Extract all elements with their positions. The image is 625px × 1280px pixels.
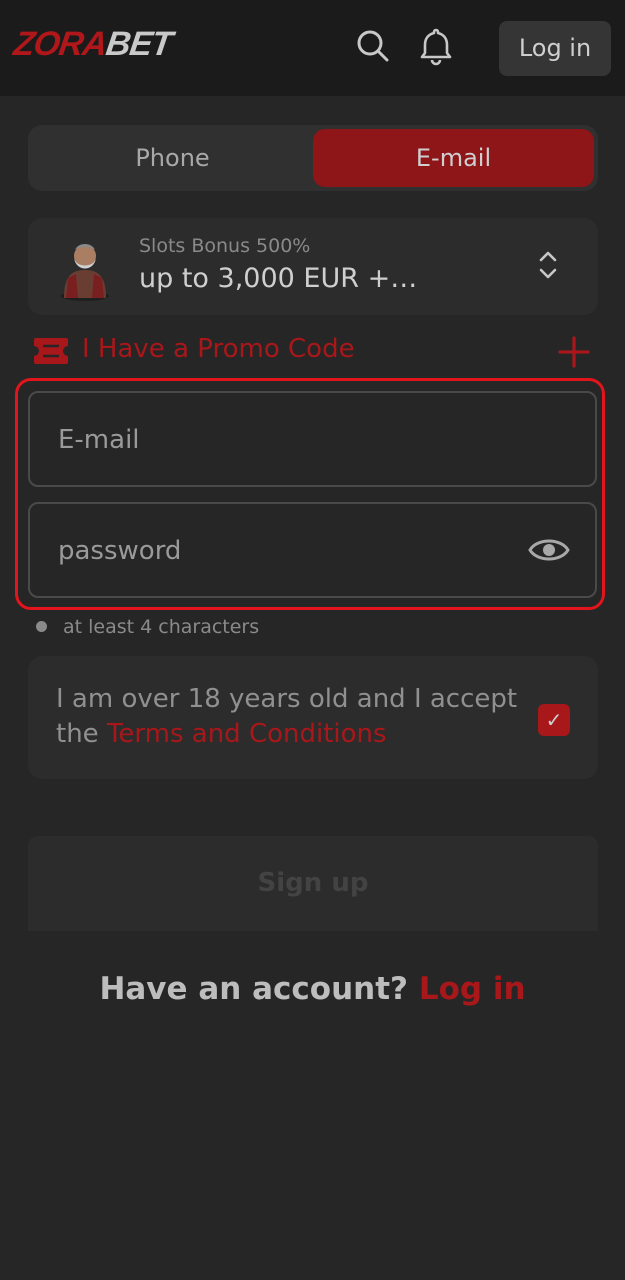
zorabet-logo[interactable]: ZORABET (11, 24, 174, 64)
footer-login-link[interactable]: Log in (419, 971, 526, 1007)
search-icon[interactable] (353, 26, 393, 66)
top-header: ZORABET Log in (0, 0, 625, 96)
have-account-question: Have an account? (99, 971, 409, 1007)
promo-code-toggle[interactable]: I Have a Promo Code (28, 332, 598, 372)
chevron-up-down-icon[interactable] (538, 248, 558, 282)
have-account-row: Have an account? Log in (0, 971, 625, 1007)
bonus-subtitle: Slots Bonus 500% (139, 235, 311, 257)
terms-checkbox[interactable]: ✓ (538, 704, 570, 736)
password-input[interactable] (56, 504, 520, 598)
bonus-title: up to 3,000 EUR + 15% Cashback (139, 263, 424, 294)
email-input[interactable] (56, 393, 520, 487)
password-rule-text: at least 4 characters (63, 616, 260, 638)
header-login-button[interactable]: Log in (499, 21, 611, 76)
signup-button[interactable]: Sign up (28, 836, 598, 931)
terms-consent: I am over 18 years old and I accept the … (28, 656, 598, 779)
email-field[interactable] (28, 391, 597, 487)
terms-text: I am over 18 years old and I accept the … (56, 682, 536, 752)
eye-icon[interactable] (528, 534, 570, 566)
bell-icon[interactable] (416, 26, 456, 66)
rule-bullet (36, 621, 47, 632)
logo-part-zora: ZORA (11, 25, 109, 63)
terms-link[interactable]: Terms and Conditions (107, 719, 387, 749)
tab-phone[interactable]: Phone (32, 129, 313, 187)
password-field[interactable] (28, 502, 597, 598)
tab-email[interactable]: E-mail (313, 129, 594, 187)
plus-icon[interactable] (558, 336, 590, 368)
bonus-character-icon (61, 244, 109, 301)
bonus-selector[interactable]: Slots Bonus 500% up to 3,000 EUR + 15% C… (28, 218, 598, 315)
promo-code-label: I Have a Promo Code (82, 334, 355, 364)
registration-method-tabs: Phone E-mail (28, 125, 598, 191)
logo-part-bet: BET (103, 25, 174, 63)
ticket-icon (34, 338, 68, 364)
